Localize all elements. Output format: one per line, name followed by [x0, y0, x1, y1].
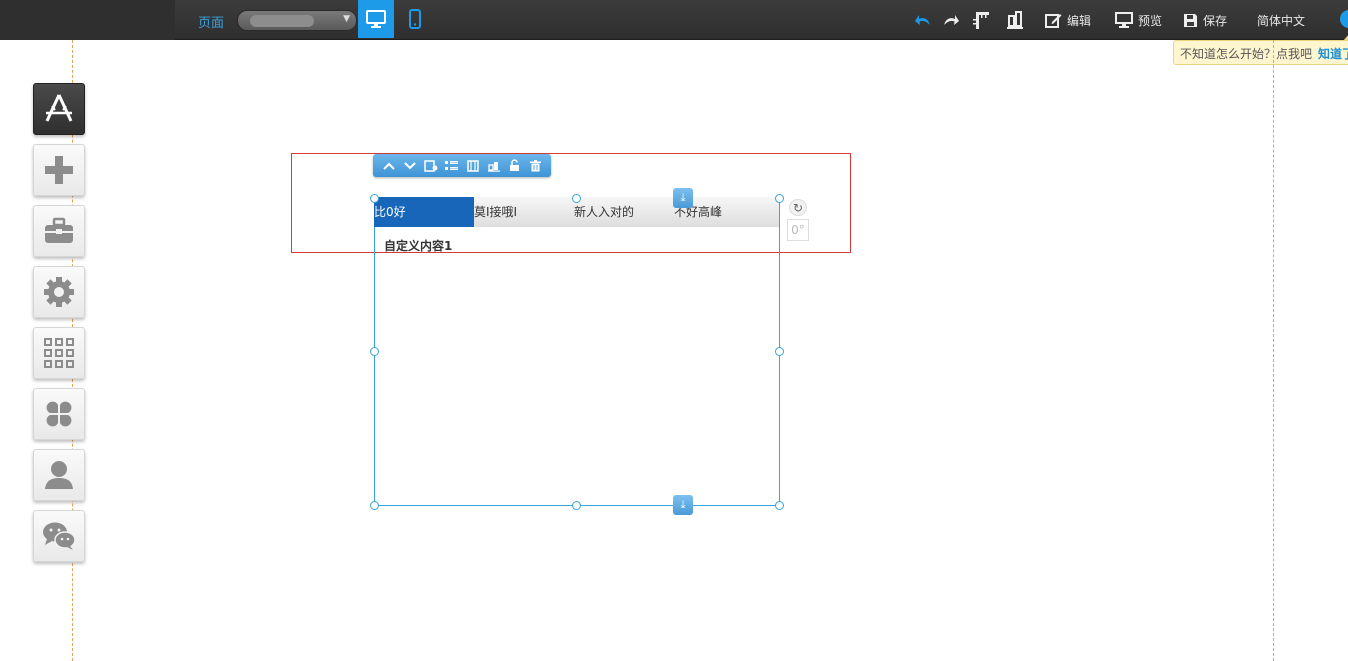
- page-select-dropdown[interactable]: ▼: [237, 10, 357, 31]
- rotation-angle-field[interactable]: 0°: [787, 219, 809, 241]
- columns-icon: [466, 159, 479, 172]
- move-down-icon: [403, 161, 416, 169]
- tip-dismiss-link[interactable]: 知道了: [1318, 47, 1348, 61]
- toolbar-left-area: [0, 0, 175, 40]
- resize-handle-top[interactable]: [572, 194, 581, 203]
- desktop-view-button[interactable]: [358, 0, 394, 38]
- grid-icon: [44, 338, 74, 368]
- settings-button[interactable]: [33, 266, 85, 318]
- settings-icon: [423, 159, 437, 172]
- language-selector[interactable]: 简体中文: [1257, 0, 1305, 40]
- app-store-button[interactable]: [33, 83, 85, 135]
- edit-button[interactable]: 编辑: [1045, 0, 1091, 40]
- app-store-icon: [45, 94, 73, 122]
- page-select-value: [250, 15, 314, 27]
- gear-icon: [44, 277, 74, 307]
- list-icon: [445, 160, 458, 170]
- preview-button[interactable]: 预览: [1115, 0, 1162, 40]
- refresh-icon: ↻: [792, 200, 804, 215]
- toolbox-button[interactable]: [33, 205, 85, 257]
- delete-button[interactable]: [525, 155, 546, 176]
- download-arrow-icon: ⤓: [680, 191, 686, 204]
- user-button[interactable]: [33, 449, 85, 501]
- list-button[interactable]: [441, 155, 462, 176]
- undo-button[interactable]: [914, 0, 932, 40]
- tab-content-title: 自定义内容1: [384, 239, 453, 253]
- mobile-icon: [409, 9, 421, 29]
- top-toolbar: 页面 ▼ 编辑 预览 保存 简体中文: [0, 0, 1348, 40]
- right-guide-line: [1273, 40, 1274, 661]
- edit-label: 编辑: [1067, 13, 1092, 28]
- resize-handle-top-left[interactable]: [370, 194, 379, 203]
- edit-icon: [1045, 13, 1062, 28]
- move-up-button[interactable]: [378, 155, 399, 176]
- layout-button[interactable]: [1007, 0, 1023, 40]
- ruler-icon: [973, 12, 989, 29]
- module-toolbar: [373, 154, 551, 177]
- floppy-disk-icon: [1184, 13, 1197, 27]
- resize-handle-right[interactable]: [775, 347, 784, 356]
- module-settings-button[interactable]: [420, 155, 441, 176]
- delete-icon: [530, 159, 541, 171]
- ruler-button[interactable]: [972, 0, 990, 40]
- tab-item[interactable]: 莫I接哦I: [474, 197, 574, 227]
- rotate-button[interactable]: ↻: [789, 199, 807, 216]
- redo-icon: [944, 15, 959, 25]
- columns-button[interactable]: [462, 155, 483, 176]
- wechat-button[interactable]: [33, 510, 85, 562]
- tab-item[interactable]: 比0好: [374, 197, 474, 227]
- redo-button[interactable]: [942, 0, 960, 40]
- mobile-view-button[interactable]: [397, 0, 433, 38]
- getting-started-tip[interactable]: 不知道怎么开始？点我吧知道了: [1173, 34, 1348, 65]
- download-arrow-icon: ⤓: [680, 498, 686, 511]
- resize-handle-bottom[interactable]: [572, 501, 581, 510]
- layers-icon: [487, 161, 500, 172]
- save-button[interactable]: 保存: [1183, 0, 1227, 40]
- grid-button[interactable]: [33, 327, 85, 379]
- resize-handle-bottom-right[interactable]: [775, 501, 784, 510]
- add-button[interactable]: [33, 144, 85, 196]
- clover-icon: [46, 401, 72, 427]
- tab-item[interactable]: 新人入对的: [574, 197, 674, 227]
- layers-button[interactable]: [483, 155, 504, 176]
- unlock-icon: [510, 159, 519, 171]
- resize-handle-left[interactable]: [370, 347, 379, 356]
- page-label: 页面: [198, 16, 225, 31]
- resize-handle-top-right[interactable]: [775, 194, 784, 203]
- resize-handle-bottom-left[interactable]: [370, 501, 379, 510]
- widgets-button[interactable]: [33, 388, 85, 440]
- undo-icon: [915, 15, 930, 25]
- help-icon[interactable]: [1340, 10, 1348, 28]
- tip-text: 不知道怎么开始？点我吧: [1180, 47, 1313, 61]
- unlock-button[interactable]: [504, 155, 525, 176]
- desktop-icon: [366, 10, 386, 28]
- bottom-anchor-button[interactable]: ⤓: [673, 495, 693, 515]
- language-label: 简体中文: [1257, 13, 1306, 28]
- move-up-icon: [382, 162, 395, 170]
- toolbox-icon: [45, 217, 73, 243]
- chevron-down-icon: ▼: [343, 14, 350, 24]
- monitor-icon: [1115, 12, 1133, 28]
- plus-icon: [45, 156, 73, 184]
- move-down-button[interactable]: [399, 155, 420, 176]
- preview-label: 预览: [1138, 13, 1163, 28]
- user-icon: [45, 461, 73, 489]
- save-label: 保存: [1203, 13, 1228, 28]
- top-anchor-button[interactable]: ⤓: [673, 188, 693, 208]
- wechat-icon: [43, 522, 76, 550]
- bar-layout-icon: [1007, 11, 1023, 29]
